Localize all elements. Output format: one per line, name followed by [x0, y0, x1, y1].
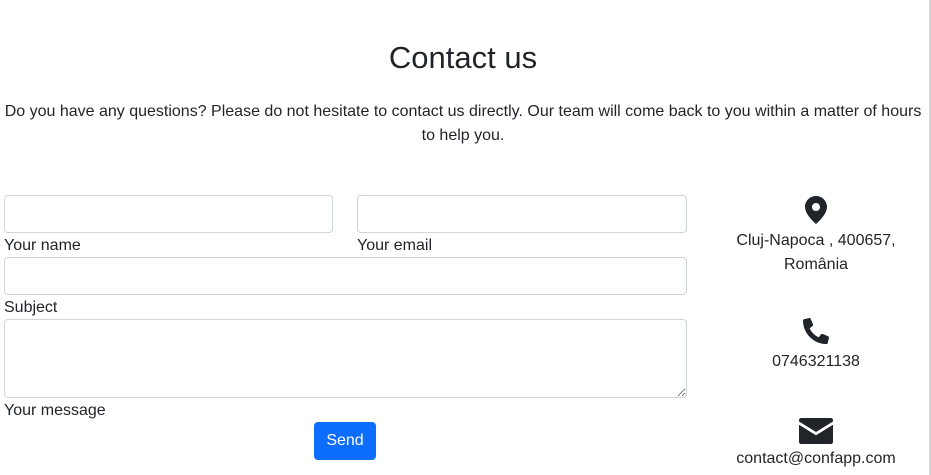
email-label: Your email — [357, 237, 433, 254]
map-marker-icon — [805, 196, 827, 224]
subject-input[interactable] — [4, 257, 687, 295]
envelope-icon — [799, 418, 833, 444]
name-label: Your name — [4, 237, 81, 254]
phone-block: 0746321138 — [708, 318, 924, 374]
page-intro-text: Do you have any questions? Please do not… — [4, 103, 922, 144]
send-button[interactable]: Send — [314, 422, 376, 460]
address-line-1: Cluj-Napoca , 400657, — [736, 232, 896, 249]
phone-number: 0746321138 — [772, 353, 860, 370]
email-input[interactable] — [357, 195, 687, 233]
phone-icon — [803, 318, 829, 344]
name-input[interactable] — [4, 195, 333, 233]
page-title: Contact us — [388, 40, 538, 75]
contact-email: contact@confapp.com — [736, 450, 896, 467]
address-line-2: România — [783, 256, 849, 273]
message-textarea[interactable] — [4, 319, 687, 398]
message-label: Your message — [4, 402, 106, 419]
address-block: Cluj-Napoca , 400657, România — [708, 196, 924, 277]
subject-label: Subject — [4, 299, 58, 316]
email-block: contact@confapp.com — [708, 418, 924, 471]
